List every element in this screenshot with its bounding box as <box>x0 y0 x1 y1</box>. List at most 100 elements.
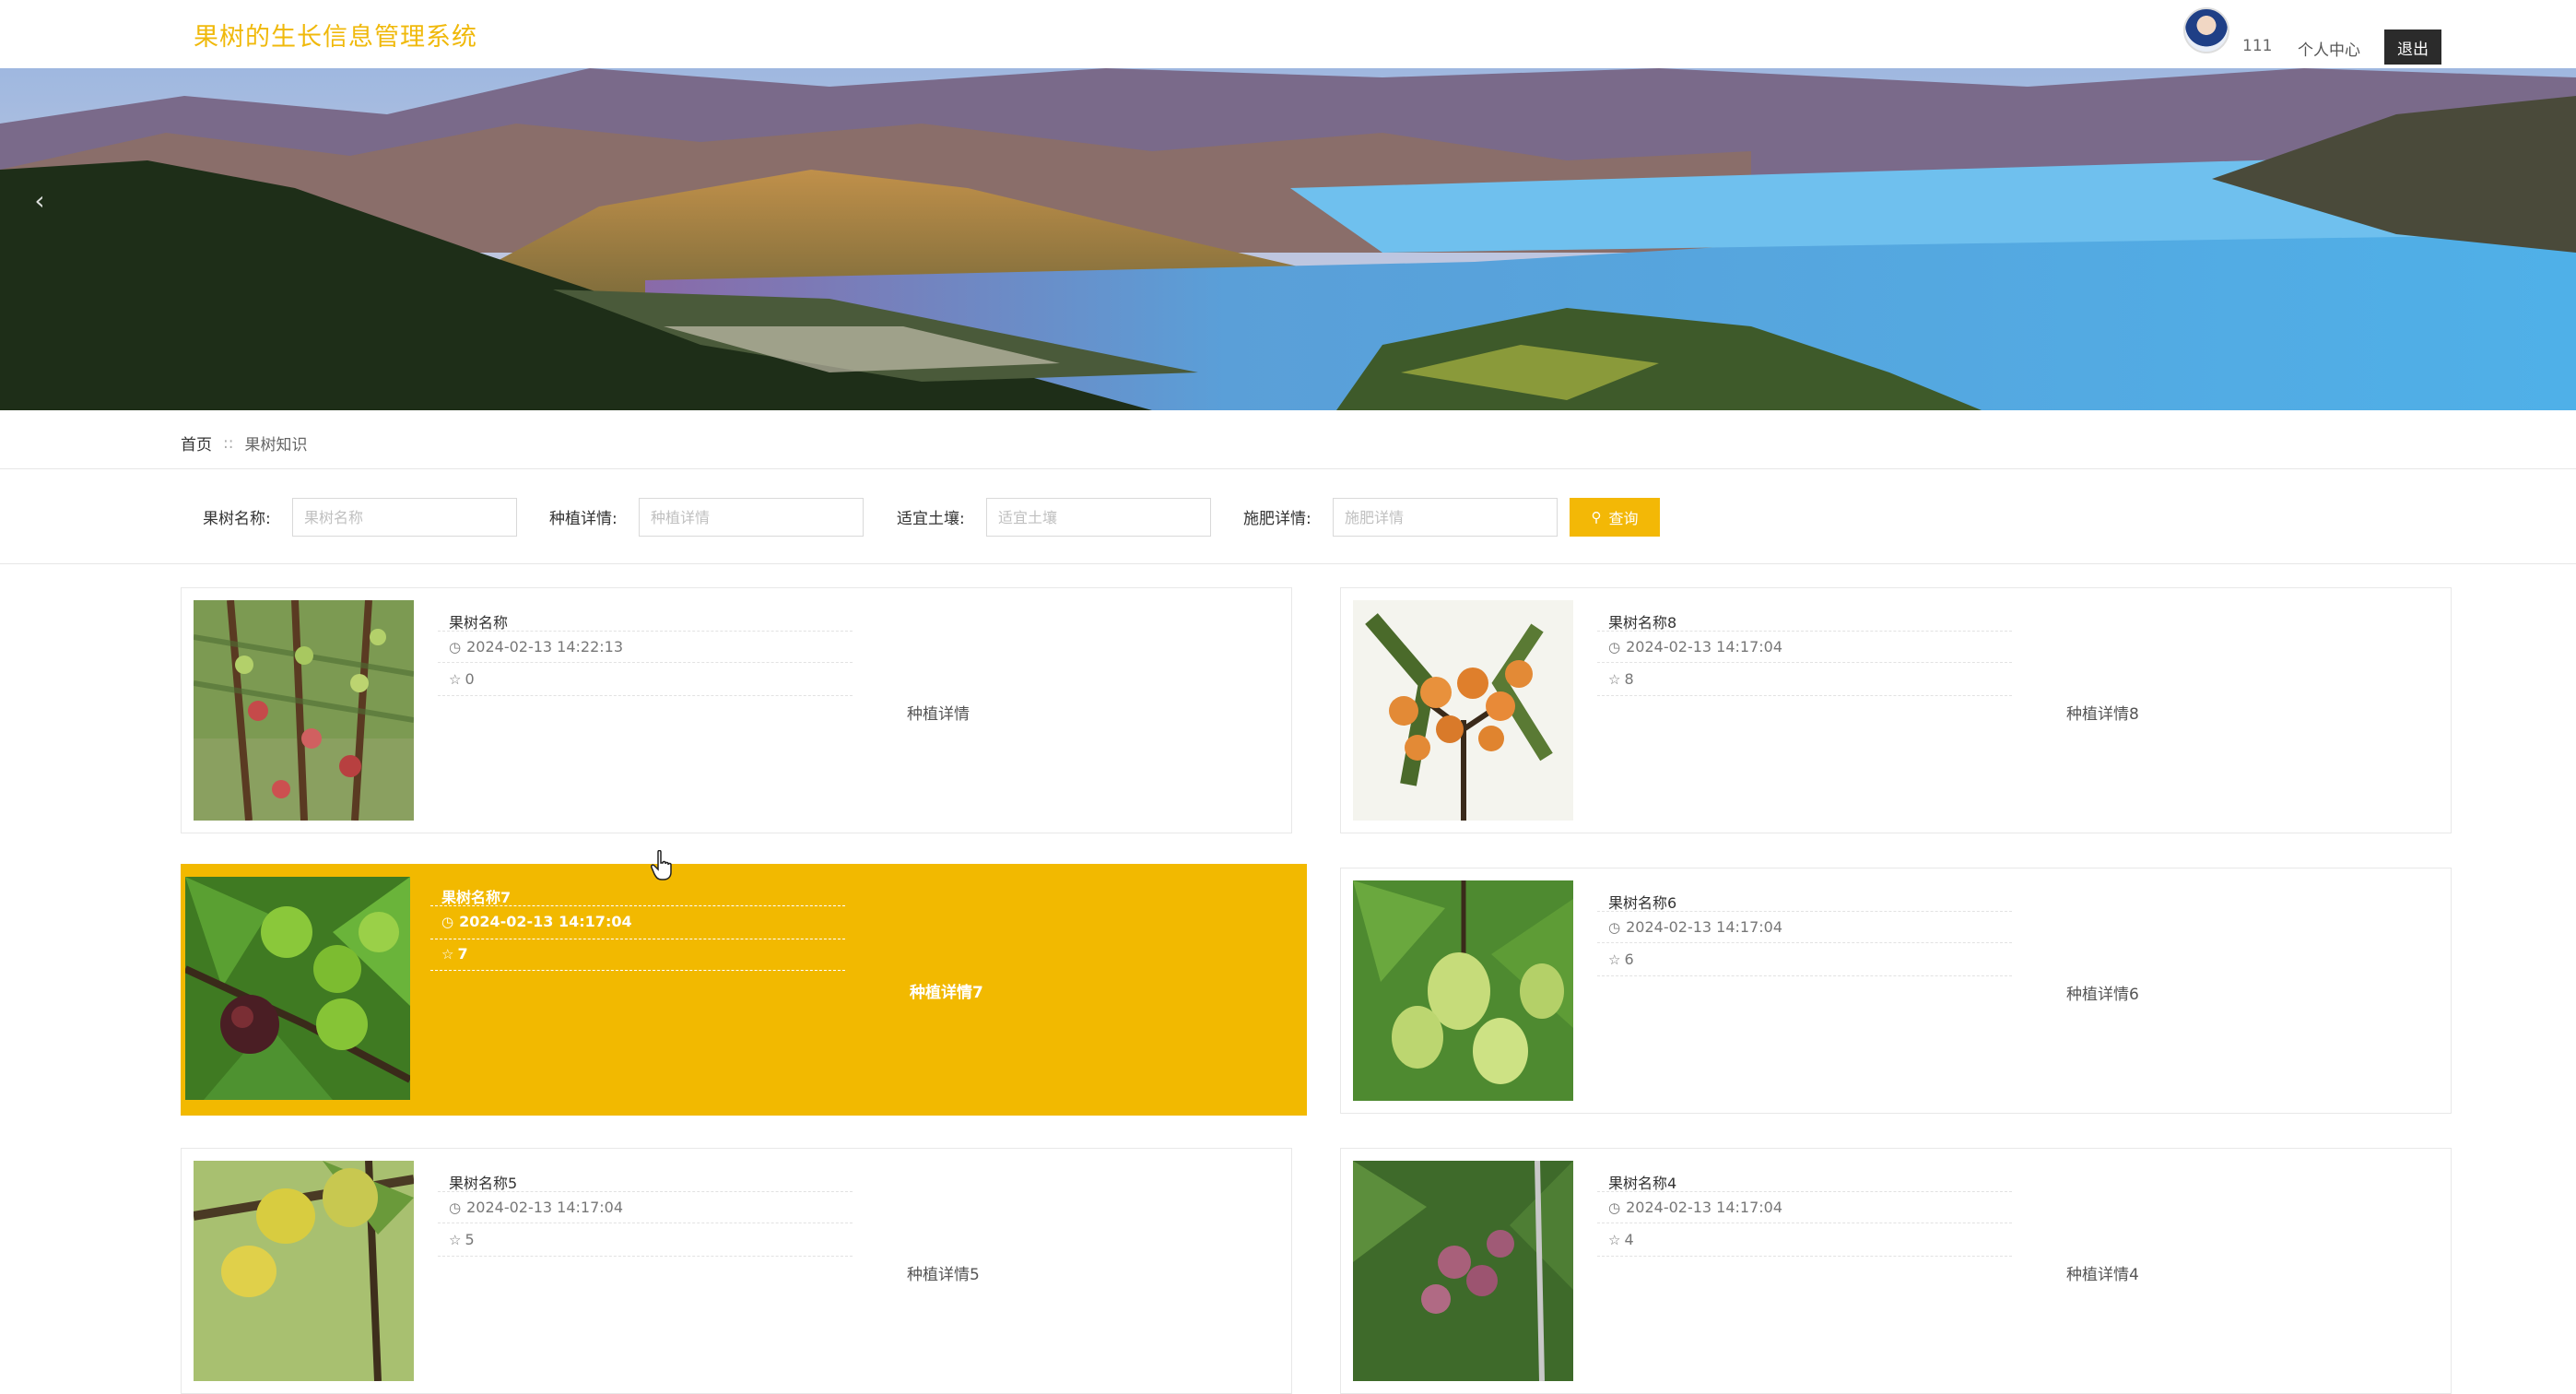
fruit-name: 果树名称5 <box>449 1175 518 1192</box>
fruit-card-highlighted[interactable]: 果树名称7 ◷ 2024-02-13 14:17:04 ☆ 7 种植详情7 <box>181 864 1307 1116</box>
breadcrumb: 首页 :: 果树知识 <box>181 431 307 455</box>
divider <box>438 1191 853 1192</box>
timestamp-value: 2024-02-13 14:22:13 <box>466 638 624 656</box>
divider <box>1597 1256 2012 1257</box>
favorite-count-value: 7 <box>457 945 468 963</box>
planting-detail: 种植详情 <box>907 705 970 724</box>
star-icon: ☆ <box>449 1231 462 1248</box>
divider <box>1597 695 2012 696</box>
fruit-card[interactable]: 果树名称4 ◷ 2024-02-13 14:17:04 ☆ 4 种植详情4 <box>1340 1148 2452 1394</box>
timestamp: ◷ 2024-02-13 14:17:04 <box>441 913 632 930</box>
app-title[interactable]: 果树的生长信息管理系统 <box>194 17 477 53</box>
user-avatar[interactable] <box>2183 7 2229 53</box>
timestamp: ◷ 2024-02-13 14:17:04 <box>1608 638 1782 656</box>
fruit-card[interactable]: 果树名称 ◷ 2024-02-13 14:22:13 ☆ 0 种植详情 <box>181 587 1292 833</box>
planting-detail: 种植详情8 <box>2066 705 2139 724</box>
star-icon: ☆ <box>1608 670 1621 688</box>
favorite-count-value: 0 <box>465 670 475 688</box>
timestamp: ◷ 2024-02-13 14:17:04 <box>449 1199 623 1216</box>
breadcrumb-separator: :: <box>223 433 234 453</box>
planting-label: 种植详情: <box>549 510 618 528</box>
clock-icon: ◷ <box>1608 638 1621 656</box>
planting-detail: 种植详情4 <box>2066 1266 2139 1284</box>
star-icon: ☆ <box>1608 951 1621 968</box>
favorite-count-value: 8 <box>1624 670 1634 688</box>
divider <box>430 970 845 971</box>
clock-icon: ◷ <box>441 913 454 930</box>
clock-icon: ◷ <box>449 638 462 656</box>
divider <box>0 468 2576 469</box>
fruit-thumbnail[interactable] <box>1353 600 1573 821</box>
banner-landscape-image <box>0 68 2576 410</box>
fruit-thumbnail[interactable] <box>194 1161 414 1381</box>
fruit-name: 果树名称6 <box>1608 894 1677 912</box>
fruit-thumbnail[interactable] <box>1353 1161 1573 1381</box>
query-button-label: 查询 <box>1608 512 1639 527</box>
divider <box>438 662 853 663</box>
timestamp-value: 2024-02-13 14:17:04 <box>466 1199 624 1216</box>
fruit-name: 果树名称4 <box>1608 1175 1677 1192</box>
star-icon: ☆ <box>441 945 454 963</box>
planting-search-input[interactable] <box>639 498 864 537</box>
timestamp: ◷ 2024-02-13 14:17:04 <box>1608 1199 1782 1216</box>
fruit-thumbnail[interactable] <box>185 877 410 1100</box>
favorite-count-value: 6 <box>1624 951 1634 968</box>
fruit-card[interactable]: 果树名称6 ◷ 2024-02-13 14:17:04 ☆ 6 种植详情6 <box>1340 868 2452 1114</box>
planting-detail: 种植详情6 <box>2066 986 2139 1004</box>
favorite-count-value: 5 <box>465 1231 475 1248</box>
divider <box>1597 942 2012 943</box>
timestamp: ◷ 2024-02-13 14:22:13 <box>449 638 623 656</box>
divider <box>1597 911 2012 912</box>
query-button[interactable]: ⚲ 查询 <box>1570 498 1660 537</box>
username-label: 111 <box>2242 37 2273 55</box>
divider <box>438 631 853 632</box>
planting-detail: 种植详情7 <box>910 984 983 1002</box>
fruit-name: 果树名称8 <box>1608 614 1677 632</box>
fruit-thumbnail[interactable] <box>1353 880 1573 1101</box>
banner-prev-arrow-icon[interactable]: ‹ <box>26 185 53 216</box>
clock-icon: ◷ <box>1608 1199 1621 1216</box>
timestamp-value: 2024-02-13 14:17:04 <box>1626 1199 1783 1216</box>
divider <box>1597 975 2012 976</box>
fruit-name: 果树名称7 <box>441 889 512 906</box>
favorite-count: ☆ 5 <box>449 1231 475 1248</box>
divider <box>1597 631 2012 632</box>
star-icon: ☆ <box>1608 1231 1621 1248</box>
fertilizer-search-input[interactable] <box>1333 498 1558 537</box>
favorite-count: ☆ 4 <box>1608 1231 1634 1248</box>
star-icon: ☆ <box>449 670 462 688</box>
timestamp-value: 2024-02-13 14:17:04 <box>459 913 632 930</box>
banner-carousel[interactable]: ‹ <box>0 68 2576 410</box>
divider <box>430 905 845 906</box>
divider <box>1597 1191 2012 1192</box>
divider <box>0 563 2576 564</box>
clock-icon: ◷ <box>1608 918 1621 936</box>
divider <box>1597 662 2012 663</box>
top-navbar: 果树的生长信息管理系统 111 个人中心 退出 <box>0 0 2576 68</box>
logout-button[interactable]: 退出 <box>2384 30 2441 65</box>
name-search-input[interactable] <box>292 498 517 537</box>
fruit-name: 果树名称 <box>449 614 509 632</box>
soil-label: 适宜土壤: <box>897 510 965 528</box>
timestamp-value: 2024-02-13 14:17:04 <box>1626 918 1783 936</box>
fruit-card[interactable]: 果树名称8 ◷ 2024-02-13 14:17:04 ☆ 8 种植详情8 <box>1340 587 2452 833</box>
breadcrumb-home[interactable]: 首页 <box>181 431 212 455</box>
divider <box>438 695 853 696</box>
favorite-count-value: 4 <box>1624 1231 1634 1248</box>
search-icon: ⚲ <box>1591 510 1602 526</box>
clock-icon: ◷ <box>449 1199 462 1216</box>
planting-detail: 种植详情5 <box>907 1266 980 1284</box>
name-label: 果树名称: <box>203 510 271 528</box>
divider <box>438 1256 853 1257</box>
favorite-count: ☆ 6 <box>1608 951 1634 968</box>
timestamp-value: 2024-02-13 14:17:04 <box>1626 638 1783 656</box>
soil-search-input[interactable] <box>986 498 1211 537</box>
fruit-card[interactable]: 果树名称5 ◷ 2024-02-13 14:17:04 ☆ 5 种植详情5 <box>181 1148 1292 1394</box>
personal-center-link[interactable]: 个人中心 <box>2298 37 2360 60</box>
fertilizer-label: 施肥详情: <box>1243 510 1312 528</box>
fruit-thumbnail[interactable] <box>194 600 414 821</box>
breadcrumb-current: 果树知识 <box>244 436 308 455</box>
timestamp: ◷ 2024-02-13 14:17:04 <box>1608 918 1782 936</box>
favorite-count: ☆ 0 <box>449 670 475 688</box>
favorite-count: ☆ 8 <box>1608 670 1634 688</box>
